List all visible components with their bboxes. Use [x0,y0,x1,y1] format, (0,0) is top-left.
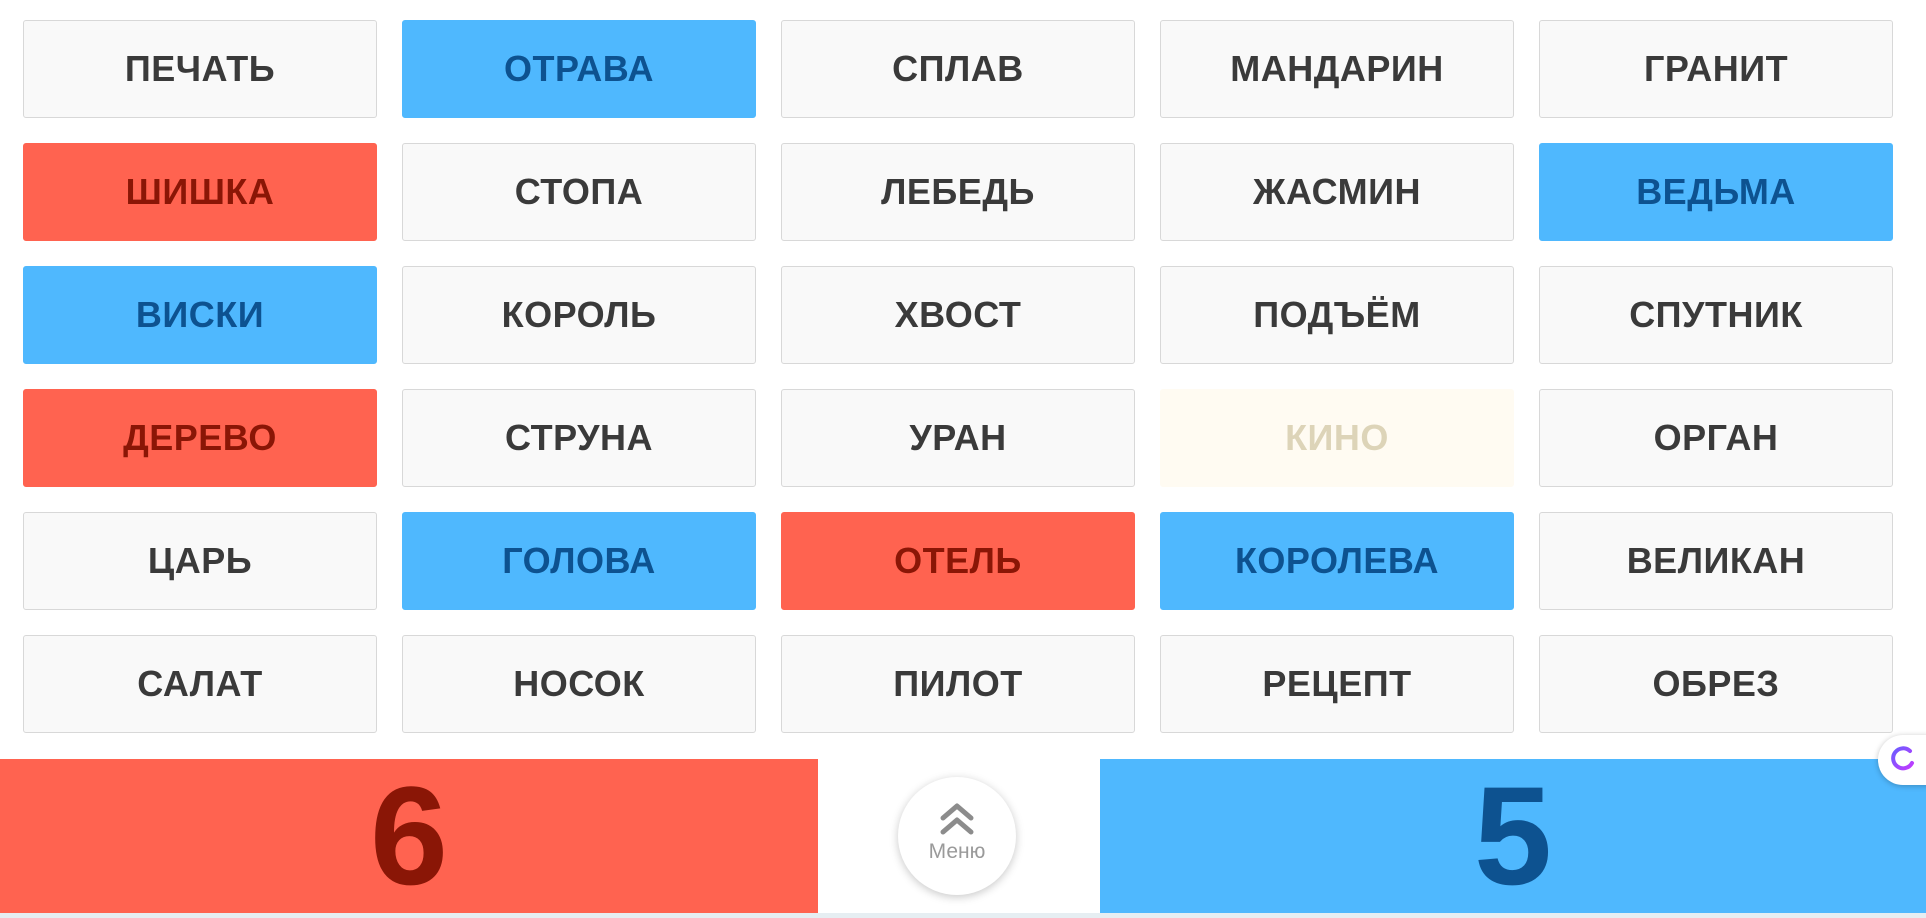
word-card[interactable]: КОРОЛЬ [402,266,756,364]
word-card[interactable]: ДЕРЕВО [23,389,377,487]
word-card[interactable]: КИНО [1160,389,1514,487]
word-card[interactable]: СТОПА [402,143,756,241]
score-bar: 6 Меню 5 [0,757,1926,918]
word-card[interactable]: ШИШКА [23,143,377,241]
bottom-divider [0,913,1926,918]
word-card[interactable]: ХВОСТ [781,266,1135,364]
word-card[interactable]: СПЛАВ [781,20,1135,118]
menu-button[interactable]: Меню [898,777,1016,895]
word-card[interactable]: УРАН [781,389,1135,487]
word-card[interactable]: ЖАСМИН [1160,143,1514,241]
word-card[interactable]: ВЕДЬМА [1539,143,1893,241]
word-card[interactable]: СПУТНИК [1539,266,1893,364]
double-chevron-up-icon [937,803,977,836]
word-card[interactable]: ГОЛОВА [402,512,756,610]
word-card[interactable]: РЕЦЕПТ [1160,635,1514,733]
red-team-score: 6 [0,757,818,914]
word-card[interactable]: КОРОЛЕВА [1160,512,1514,610]
word-card[interactable]: ОРГАН [1539,389,1893,487]
word-card[interactable]: ПИЛОТ [781,635,1135,733]
word-card[interactable]: ПЕЧАТЬ [23,20,377,118]
word-card[interactable]: ЛЕБЕДЬ [781,143,1135,241]
menu-label: Меню [928,840,986,863]
word-card[interactable]: ОТРАВА [402,20,756,118]
blue-team-score: 5 [1100,757,1926,914]
menu-area: Меню [818,759,1100,913]
word-card[interactable]: САЛАТ [23,635,377,733]
side-widget-button[interactable] [1878,735,1926,785]
word-card[interactable]: ВЕЛИКАН [1539,512,1893,610]
word-card[interactable]: СТРУНА [402,389,756,487]
assistant-icon [1888,743,1918,778]
word-card[interactable]: ГРАНИТ [1539,20,1893,118]
word-card[interactable]: ОТЕЛЬ [781,512,1135,610]
word-card[interactable]: МАНДАРИН [1160,20,1514,118]
word-card[interactable]: ВИСКИ [23,266,377,364]
word-card[interactable]: ОБРЕЗ [1539,635,1893,733]
word-card[interactable]: ЦАРЬ [23,512,377,610]
word-card[interactable]: ПОДЪЁМ [1160,266,1514,364]
word-card[interactable]: НОСОК [402,635,756,733]
word-grid: ПЕЧАТЬ ОТРАВА СПЛАВ МАНДАРИН ГРАНИТ ШИШКА СТОП… [23,20,1893,733]
